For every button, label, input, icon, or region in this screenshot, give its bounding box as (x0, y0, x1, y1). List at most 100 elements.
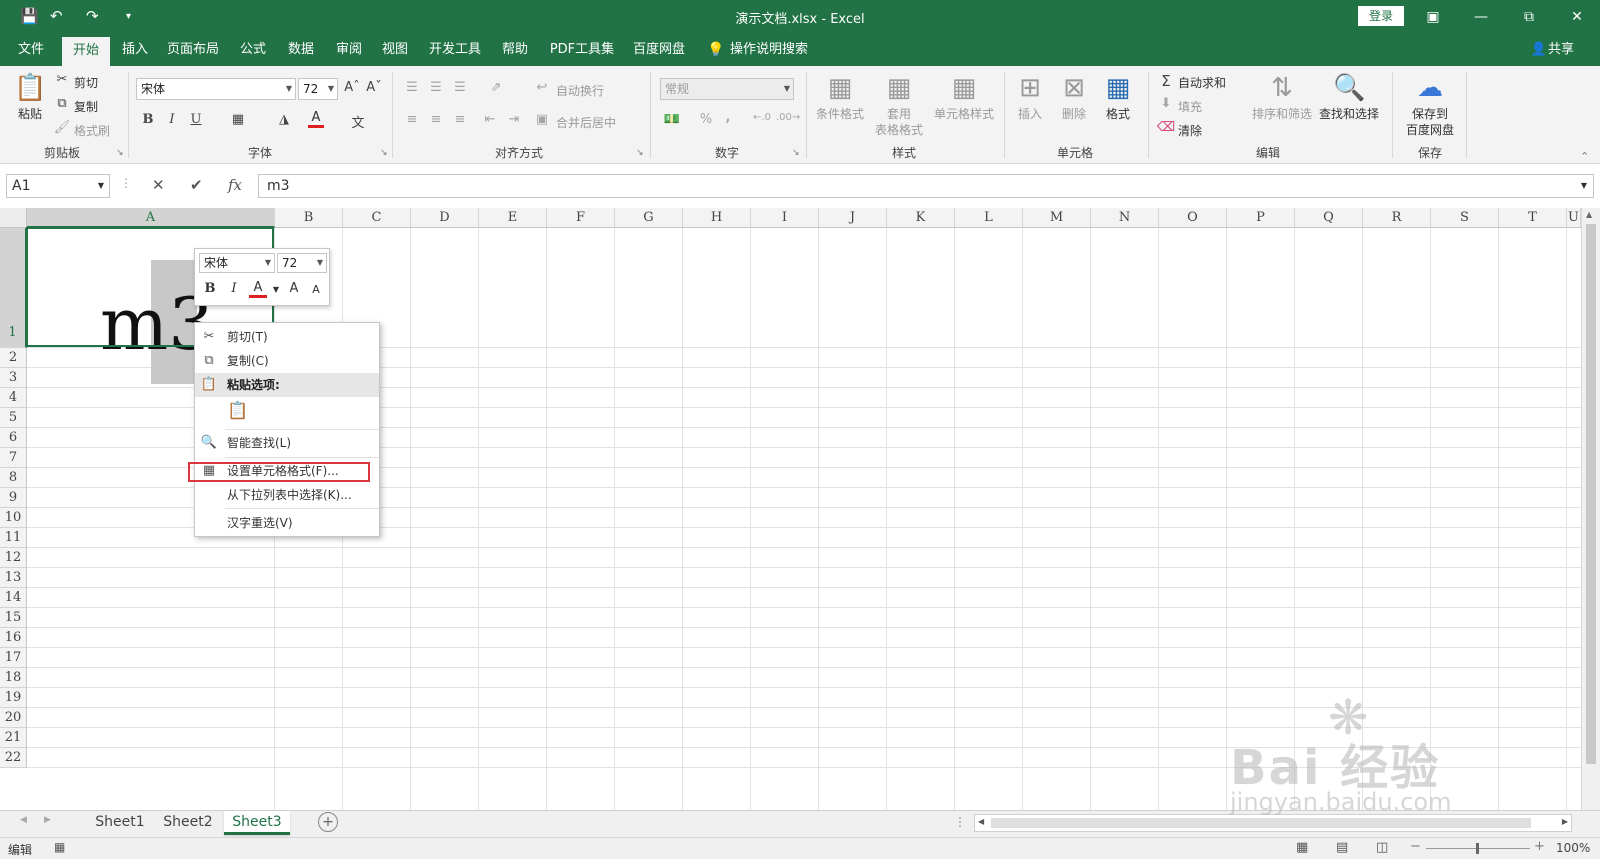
align-middle-icon[interactable]: ☰ (426, 80, 446, 95)
autosum-button[interactable]: 自动求和 (1178, 74, 1226, 91)
select-all-button[interactable] (0, 208, 27, 228)
row-header-11[interactable]: 11 (0, 528, 27, 548)
save-to-baidu-button[interactable]: ☁ 保存到 百度网盘 (1398, 72, 1462, 138)
wrap-text-button[interactable]: 自动换行 (556, 82, 604, 99)
italic-button[interactable]: I (162, 112, 182, 127)
row-header-21[interactable]: 21 (0, 728, 27, 748)
delete-cells-button[interactable]: ⊠ 删除 (1054, 72, 1094, 122)
decrease-indent-icon[interactable]: ⇤ (480, 112, 500, 127)
align-bottom-icon[interactable]: ☰ (450, 80, 470, 95)
column-header-p[interactable]: P (1227, 208, 1295, 228)
column-header-s[interactable]: S (1431, 208, 1499, 228)
mini-bold-button[interactable]: B (201, 281, 219, 296)
cell-styles-button[interactable]: ▦ 单元格样式 (930, 72, 998, 122)
align-top-icon[interactable]: ☰ (402, 80, 422, 95)
zoom-level[interactable]: 100% (1556, 841, 1590, 855)
underline-button[interactable]: U (186, 112, 206, 127)
merge-center-button[interactable]: 合并后居中 (556, 114, 616, 131)
row-header-8[interactable]: 8 (0, 468, 27, 488)
align-right-icon[interactable]: ≡ (450, 112, 470, 127)
scroll-right-icon[interactable]: ▶ (1562, 817, 1568, 826)
tell-me-search[interactable]: 操作说明搜索 (730, 34, 820, 66)
menu-item-cut[interactable]: ✂ 剪切(T) (195, 325, 379, 349)
row-header-22[interactable]: 22 (0, 748, 27, 768)
format-as-table-button[interactable]: ▦ 套用 表格格式 (868, 72, 930, 138)
minimize-icon[interactable]: — (1466, 5, 1496, 29)
menu-item-hanzi-reconvert[interactable]: 汉字重选(V) (195, 511, 379, 535)
column-header-b[interactable]: B (275, 208, 343, 228)
mini-grow-font-button[interactable]: A (285, 281, 303, 296)
drag-handle-icon[interactable]: ⋮ (120, 176, 132, 190)
row-header-5[interactable]: 5 (0, 408, 27, 428)
row-header-3[interactable]: 3 (0, 368, 27, 388)
mini-font-name-combo[interactable]: 宋体 ▼ (199, 253, 275, 273)
column-header-i[interactable]: I (751, 208, 819, 228)
alignment-launcher-icon[interactable]: ↘ (636, 148, 644, 158)
share-button[interactable]: 共享 (1548, 34, 1580, 66)
close-icon[interactable]: ✕ (1562, 5, 1592, 29)
font-launcher-icon[interactable]: ↘ (380, 148, 388, 158)
font-color-button[interactable]: A (308, 110, 324, 128)
column-header-u[interactable]: U (1567, 208, 1581, 228)
tab-file[interactable]: 文件 (8, 34, 54, 66)
border-icon[interactable]: ▦ (228, 112, 248, 127)
fill-color-icon[interactable]: ◮ (274, 112, 294, 127)
column-header-e[interactable]: E (479, 208, 547, 228)
align-left-icon[interactable]: ≡ (402, 112, 422, 127)
decrease-decimal-icon[interactable]: .00→ (776, 112, 800, 123)
column-header-g[interactable]: G (615, 208, 683, 228)
expand-formula-icon[interactable]: ▼ (1581, 175, 1587, 197)
orientation-icon[interactable]: ⇗ (486, 80, 506, 95)
tab-pdf-tools[interactable]: PDF工具集 (544, 34, 620, 66)
mini-shrink-font-button[interactable]: A (307, 283, 325, 296)
column-header-l[interactable]: L (955, 208, 1023, 228)
normal-view-icon[interactable]: ▦ (1296, 840, 1308, 855)
zoom-in-icon[interactable]: + (1534, 839, 1545, 854)
font-name-combo[interactable]: 宋体 ▼ (136, 78, 296, 100)
increase-indent-icon[interactable]: ⇥ (504, 112, 524, 127)
tab-formulas[interactable]: 公式 (230, 34, 276, 66)
ribbon-display-options-icon[interactable]: ▣ (1418, 5, 1448, 29)
column-header-f[interactable]: F (547, 208, 615, 228)
zoom-slider-thumb[interactable] (1476, 843, 1479, 854)
sort-filter-button[interactable]: ⇅ 排序和筛选 (1250, 72, 1314, 122)
bold-button[interactable]: B (138, 112, 158, 127)
column-header-t[interactable]: T (1499, 208, 1567, 228)
paste-option-default[interactable]: 📋 (195, 399, 379, 429)
tab-page-layout[interactable]: 页面布局 (162, 34, 224, 66)
macro-record-icon[interactable]: ▦ (54, 840, 65, 854)
scroll-thumb[interactable] (1586, 224, 1596, 764)
sheet-tab-sheet2[interactable]: Sheet2 (156, 811, 220, 835)
row-header-6[interactable]: 6 (0, 428, 27, 448)
page-break-view-icon[interactable]: ◫ (1376, 840, 1388, 855)
tab-help[interactable]: 帮助 (492, 34, 538, 66)
collapse-ribbon-icon[interactable]: ⌃ (1580, 150, 1589, 163)
zoom-out-icon[interactable]: − (1410, 839, 1421, 854)
row-header-9[interactable]: 9 (0, 488, 27, 508)
page-layout-view-icon[interactable]: ▤ (1336, 840, 1348, 855)
column-header-h[interactable]: H (683, 208, 751, 228)
menu-item-pick-from-list[interactable]: 从下拉列表中选择(K)... (195, 483, 379, 507)
add-sheet-icon[interactable]: + (318, 812, 338, 832)
confirm-entry-button[interactable]: ✔ (190, 176, 203, 194)
format-painter-button[interactable]: 格式刷 (74, 122, 110, 139)
column-header-r[interactable]: R (1363, 208, 1431, 228)
percent-button[interactable]: % (696, 112, 716, 127)
restore-icon[interactable]: ⧉ (1514, 5, 1544, 29)
menu-item-smart-lookup[interactable]: 🔍 智能查找(L) (195, 431, 379, 455)
column-header-q[interactable]: Q (1295, 208, 1363, 228)
mini-font-color-button[interactable]: A (249, 281, 267, 298)
find-select-button[interactable]: 🔍 查找和选择 (1316, 72, 1382, 122)
row-header-16[interactable]: 16 (0, 628, 27, 648)
clear-button[interactable]: 清除 (1178, 122, 1202, 139)
menu-item-copy[interactable]: ⧉ 复制(C) (195, 349, 379, 373)
font-size-combo[interactable]: 72 ▼ (298, 78, 338, 100)
scroll-left-icon[interactable]: ◀ (978, 817, 984, 826)
tab-view[interactable]: 视图 (372, 34, 418, 66)
column-header-k[interactable]: K (887, 208, 955, 228)
login-button[interactable]: 登录 (1358, 6, 1404, 26)
number-format-combo[interactable]: 常规 ▼ (660, 78, 794, 100)
column-header-m[interactable]: M (1023, 208, 1091, 228)
column-header-d[interactable]: D (411, 208, 479, 228)
increase-font-icon[interactable]: Aˆ (342, 80, 362, 95)
